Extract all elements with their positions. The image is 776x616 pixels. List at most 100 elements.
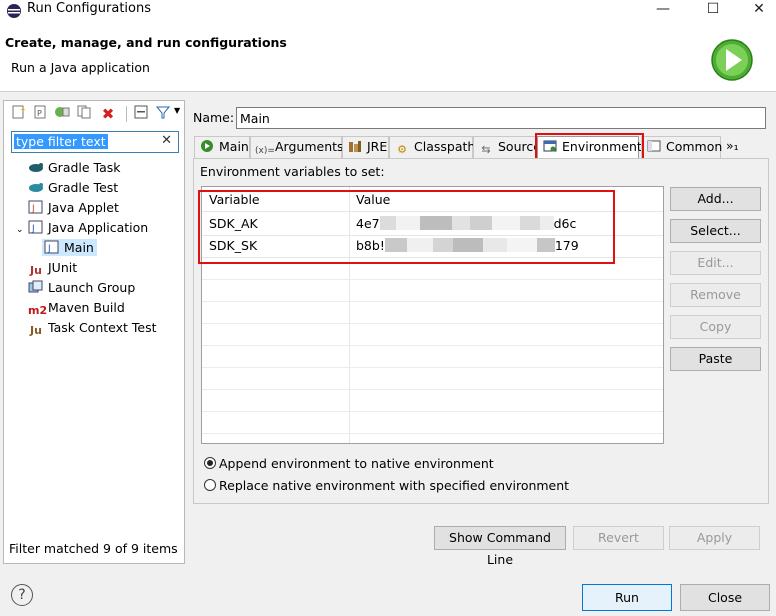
filter-input-text: type filter text [14, 134, 108, 149]
env-heading: Environment variables to set: [200, 164, 385, 179]
run-banner-icon [710, 38, 754, 82]
java-applet-icon: J [28, 200, 44, 214]
tab-classpath[interactable]: ⚙ Classpath [389, 136, 476, 158]
toolbar-divider [126, 106, 127, 122]
tree-item-label: Gradle Test [48, 180, 119, 195]
duplicate-config-icon[interactable] [74, 105, 94, 123]
tree-item-gradle-task[interactable]: Gradle Task [28, 160, 121, 175]
window-title: Run Configurations [27, 1, 151, 16]
configuration-tree-panel: + P ✖ ▼ type filter text ✕ Gradle Task G… [3, 100, 185, 564]
tree-item-launch-group[interactable]: Launch Group [28, 280, 135, 295]
tab-jre[interactable]: JRE [342, 136, 389, 158]
maven-icon: m2 [28, 304, 48, 317]
tab-common[interactable]: Common [641, 136, 722, 158]
minimize-button[interactable]: — [640, 0, 686, 22]
source-icon: ⇆ [481, 143, 491, 156]
svg-text:+: + [20, 105, 25, 114]
radio-selected-icon[interactable] [204, 457, 216, 469]
tab-source[interactable]: ⇆ Source [473, 136, 541, 158]
tab-label: Classpath [414, 139, 476, 154]
delete-config-icon[interactable]: ✖ [98, 105, 118, 123]
show-command-line-button[interactable]: Show Command Line [434, 526, 566, 567]
launch-group-icon [28, 280, 44, 294]
revert-button[interactable]: Revert [573, 526, 664, 550]
filter-icon[interactable] [153, 105, 173, 123]
maximize-button[interactable]: ☐ [690, 0, 736, 22]
row-divider [202, 323, 663, 324]
svg-text:P: P [37, 109, 42, 118]
tab-label: JRE [367, 139, 388, 154]
tab-label: Arguments [275, 139, 344, 154]
new-prototype-icon[interactable]: P [30, 105, 50, 123]
header-title: Create, manage, and run configurations [5, 35, 287, 50]
append-env-option[interactable]: Append environment to native environment [204, 456, 494, 471]
tree-item-label: Main [64, 240, 94, 255]
remove-button[interactable]: Remove [670, 283, 761, 307]
title-bar: Run Configurations — ☐ ✕ [0, 0, 776, 30]
tree-item-main[interactable]: J Main [42, 239, 97, 256]
add-button[interactable]: Add... [670, 187, 761, 211]
tab-arguments[interactable]: (x)=Arguments [250, 136, 344, 158]
paste-button[interactable]: Paste [670, 347, 761, 371]
row-divider [202, 433, 663, 434]
main-tab-icon [199, 139, 215, 153]
environment-panel: Environment variables to set: Variable V… [193, 158, 769, 504]
select-button[interactable]: Select... [670, 219, 761, 243]
tab-label: Main [219, 139, 249, 154]
tree-item-java-application[interactable]: ⌄ J Java Application [16, 220, 148, 235]
help-icon[interactable]: ? [11, 584, 33, 606]
tab-main[interactable]: Main [194, 136, 250, 158]
chevron-down-icon[interactable]: ⌄ [16, 225, 28, 235]
name-input[interactable] [236, 107, 766, 129]
row-divider [202, 389, 663, 390]
tree-item-label: Gradle Task [48, 160, 121, 175]
apply-button[interactable]: Apply [669, 526, 760, 550]
option-label: Append environment to native environment [219, 456, 494, 471]
gradle-test-icon [28, 180, 44, 194]
header-subtitle: Run a Java application [11, 60, 150, 75]
svg-text:J: J [31, 204, 35, 214]
svg-text:J: J [31, 224, 35, 234]
close-window-button[interactable]: ✕ [736, 0, 776, 22]
filter-input[interactable]: type filter text ✕ [11, 131, 179, 153]
tree-item-gradle-test[interactable]: Gradle Test [28, 180, 118, 195]
eclipse-icon [6, 3, 22, 19]
tree-item-maven-build[interactable]: m2Maven Build [28, 300, 125, 318]
edit-button[interactable]: Edit... [670, 251, 761, 275]
row-divider [202, 411, 663, 412]
tree-item-label: JUnit [48, 260, 78, 275]
jre-icon [347, 139, 363, 153]
dialog-header: Create, manage, and run configurations R… [0, 30, 776, 92]
tree-item-label: Java Applet [48, 200, 119, 215]
java-config-icon: J [44, 240, 60, 254]
configuration-editor: Name: Main (x)=Arguments JRE ⚙Classpath … [192, 100, 772, 567]
row-divider [202, 345, 663, 346]
tree-item-label: Java Application [48, 220, 149, 235]
junit-icon: Ju [30, 264, 42, 277]
collapse-all-icon[interactable] [131, 105, 151, 123]
task-context-test-icon: Ju [30, 324, 42, 337]
clear-filter-icon[interactable]: ✕ [161, 133, 172, 148]
arguments-icon: (x)= [255, 146, 275, 156]
tree-item-java-applet[interactable]: J Java Applet [28, 200, 119, 215]
row-divider [202, 367, 663, 368]
tree-item-label: Task Context Test [48, 320, 157, 335]
close-button[interactable]: Close [680, 584, 770, 611]
radio-unselected-icon[interactable] [204, 479, 216, 491]
env-rows-highlight [198, 190, 615, 264]
new-config-icon[interactable]: + [8, 105, 28, 123]
run-button[interactable]: Run [582, 584, 672, 611]
option-label: Replace native environment with specifie… [219, 478, 570, 493]
view-menu-icon[interactable]: ▼ [174, 106, 180, 115]
java-application-icon: J [28, 220, 44, 234]
tree-item-label: Launch Group [48, 280, 136, 295]
tree-item-junit[interactable]: Ju JUnit [28, 260, 77, 278]
classpath-icon: ⚙ [397, 143, 407, 156]
replace-env-option[interactable]: Replace native environment with specifie… [204, 478, 569, 493]
row-divider [202, 301, 663, 302]
export-config-icon[interactable] [52, 105, 72, 123]
tab-overflow[interactable]: »₁ [722, 136, 748, 158]
copy-button[interactable]: Copy [670, 315, 761, 339]
tree-item-task-context-test[interactable]: Ju Task Context Test [28, 320, 157, 338]
gradle-icon [28, 160, 44, 174]
